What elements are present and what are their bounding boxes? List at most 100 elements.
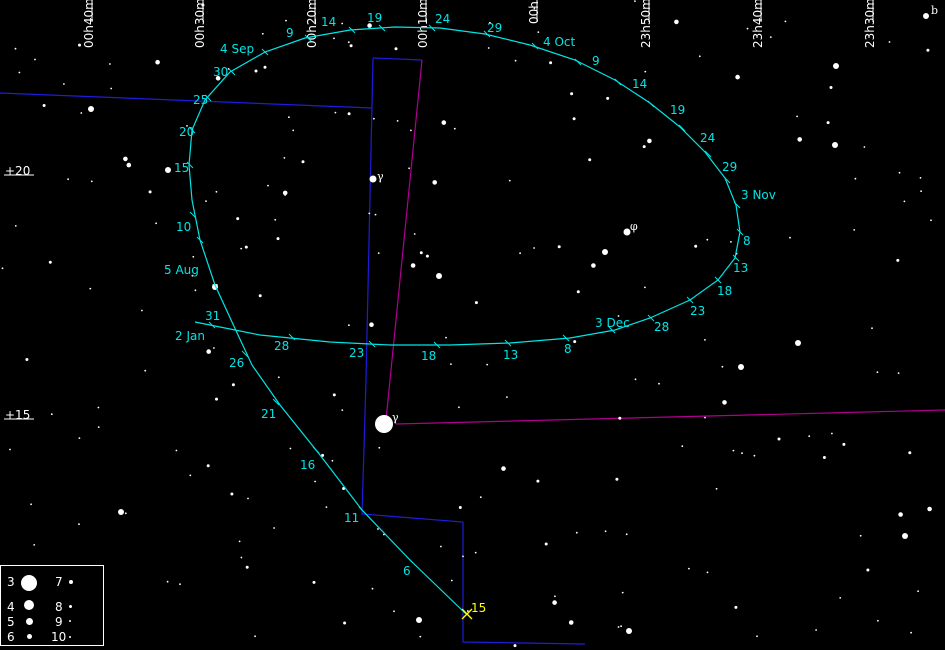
dec-label: +20 (5, 164, 30, 178)
star (314, 480, 316, 483)
star (425, 254, 429, 258)
star (312, 580, 316, 584)
star (166, 580, 169, 583)
date-label: 16 (300, 458, 315, 472)
star (301, 160, 305, 164)
star (189, 474, 192, 477)
bright-star (833, 63, 839, 69)
star (213, 347, 215, 349)
star (753, 454, 756, 457)
date-label: 30 (213, 65, 228, 79)
star (282, 190, 288, 196)
star (615, 477, 619, 481)
bright-star (795, 340, 801, 346)
star (722, 400, 727, 405)
star (658, 382, 660, 385)
date-label: 23 (690, 304, 705, 318)
date-label: 8 (564, 342, 572, 356)
bright-star (832, 142, 838, 148)
star (554, 595, 556, 598)
date-label: 21 (261, 407, 276, 421)
star (642, 145, 646, 149)
star (110, 87, 113, 90)
star-field (1, 0, 932, 648)
star (341, 409, 344, 411)
star (621, 591, 624, 594)
star (501, 466, 506, 471)
star (721, 365, 724, 368)
legend-dot (69, 580, 73, 584)
star (533, 7, 536, 10)
star (67, 178, 69, 181)
date-label: 18 (717, 284, 732, 298)
star (285, 19, 287, 22)
star (926, 48, 930, 52)
star (920, 190, 922, 193)
star (704, 416, 706, 419)
date-label: 10 (176, 220, 191, 234)
date-label: 15 (174, 161, 189, 175)
star (373, 117, 375, 120)
bright-star (738, 364, 744, 370)
ra-label: 00h10m (416, 0, 430, 48)
star (33, 544, 36, 546)
star (331, 459, 334, 462)
star (715, 487, 718, 490)
star (377, 528, 379, 530)
star (155, 59, 160, 65)
star (822, 456, 826, 459)
ra-axis: 00h40m 00h30m 00h20m 00h10m 00h 23h50m 2… (82, 0, 877, 48)
ra-label: 00h (527, 1, 541, 24)
star (746, 27, 749, 30)
star (576, 290, 580, 294)
star (25, 358, 29, 361)
star (179, 583, 181, 586)
date-label: 3 Dec (595, 316, 630, 330)
path-tick (261, 48, 269, 56)
path-labels: 19 24 29 4 Oct 9 14 19 24 29 3 Nov 8 13 … (164, 11, 776, 578)
star (487, 47, 490, 49)
star (896, 258, 900, 262)
star (254, 69, 258, 73)
date-label: 4 Oct (543, 35, 575, 49)
star (537, 31, 540, 33)
star (42, 104, 46, 107)
date-label: 19 (670, 103, 685, 117)
star (144, 369, 147, 372)
star (591, 263, 596, 268)
star (432, 180, 438, 185)
star (18, 71, 21, 74)
star (78, 43, 81, 47)
star (371, 587, 374, 590)
star (124, 512, 127, 515)
star (908, 451, 912, 455)
date-label: 14 (321, 15, 336, 29)
path-tick (678, 124, 686, 132)
star (206, 464, 210, 468)
star (859, 534, 862, 537)
star (732, 449, 735, 452)
star (769, 36, 772, 38)
star (688, 567, 690, 570)
star (625, 533, 628, 536)
star (48, 260, 52, 264)
date-label: 20 (179, 125, 194, 139)
star (408, 167, 410, 170)
star (215, 190, 218, 193)
star (240, 556, 243, 559)
date-label: 13 (503, 348, 518, 362)
star (347, 41, 350, 44)
ra-label: 00h20m (305, 0, 319, 48)
legend-mag: 4 (7, 600, 15, 614)
star (519, 252, 521, 255)
path-tick (288, 333, 296, 341)
dec-label: +15 (5, 408, 30, 422)
star (230, 492, 234, 496)
star (698, 55, 701, 58)
star (815, 629, 817, 631)
path-ticks (186, 24, 744, 564)
star (348, 324, 350, 327)
star (325, 506, 328, 508)
star (784, 20, 787, 23)
date-label: 31 (205, 309, 220, 323)
